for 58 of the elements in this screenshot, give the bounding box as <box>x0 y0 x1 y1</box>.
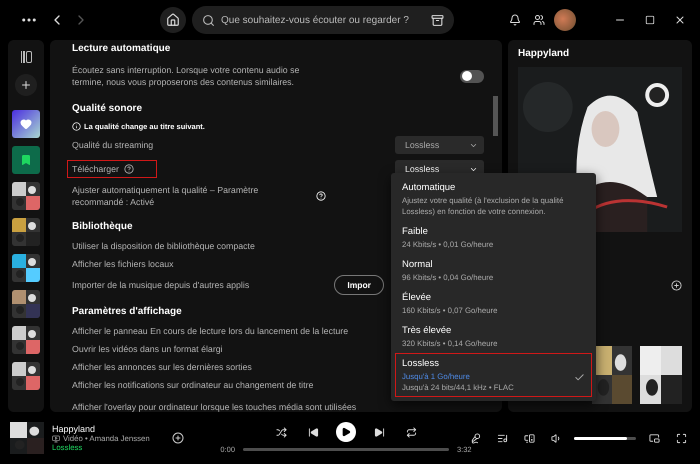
setting-label: Afficher le panneau En cours de lecture lors du lancement de la lecture <box>72 325 348 337</box>
plus-icon <box>20 79 32 91</box>
toggle-switch[interactable] <box>460 70 484 82</box>
track-title[interactable]: Happyland <box>52 424 150 434</box>
heart-icon <box>20 118 32 130</box>
video-icon <box>52 434 60 442</box>
queue-icon[interactable] <box>496 432 508 444</box>
create-button[interactable] <box>15 74 37 96</box>
close-icon[interactable] <box>674 14 686 26</box>
avatar[interactable] <box>554 9 576 31</box>
import-button[interactable]: Impor <box>334 274 384 294</box>
devices-icon[interactable] <box>524 432 534 444</box>
help-icon[interactable] <box>124 164 134 174</box>
fullscreen-icon[interactable] <box>676 432 686 444</box>
section-title: Paramètres d'affichage <box>72 306 182 317</box>
saved-episodes-tile[interactable] <box>12 146 40 174</box>
notification-icon[interactable] <box>509 14 521 26</box>
scrollbar[interactable] <box>493 96 498 136</box>
section-title: Bibliothèque <box>72 221 133 232</box>
next-icon[interactable] <box>374 426 384 438</box>
setting-label: Ouvrir les vidéos dans un format élargi <box>72 343 223 355</box>
library-icon[interactable] <box>20 51 32 63</box>
check-icon <box>574 372 585 383</box>
setting-label: Télécharger <box>72 164 119 174</box>
setting-label: Afficher les annonces sur les dernières sorties <box>72 361 252 373</box>
section-title: Lecture automatique <box>72 43 170 54</box>
friends-icon[interactable] <box>533 14 545 26</box>
add-icon[interactable] <box>172 432 184 444</box>
info-icon <box>72 122 81 130</box>
microphone-icon[interactable] <box>470 432 480 444</box>
setting-label: Utiliser la disposition de bibliothèque compacte <box>72 240 255 252</box>
quality-dropdown[interactable]: Lossless <box>395 136 484 154</box>
search-field[interactable]: Que souhaitez-vous écouter ou regarder ? <box>221 14 425 26</box>
add-icon[interactable] <box>671 280 682 291</box>
home-button[interactable] <box>160 7 186 33</box>
search-icon <box>202 14 215 26</box>
search-bar[interactable]: Que souhaitez-vous écouter ou regarder ? <box>192 6 454 34</box>
liked-songs-tile[interactable] <box>12 110 40 138</box>
setting-label: Afficher les notifications sur ordinateur au changement de titre <box>72 379 314 391</box>
previous-icon[interactable] <box>308 426 318 438</box>
home-icon <box>166 13 180 27</box>
mini-player-icon[interactable] <box>648 432 660 444</box>
play-button[interactable] <box>336 422 356 442</box>
browse-icon[interactable] <box>431 14 444 26</box>
setting-label: Afficher les fichiers locaux <box>72 258 174 270</box>
maximize-icon[interactable] <box>645 15 655 25</box>
volume-icon[interactable] <box>550 432 562 444</box>
setting-label: Qualité du streaming <box>72 140 154 150</box>
panel-title: Happyland <box>518 48 570 59</box>
setting-description: Écoutez sans interruption. Lorsque votre contenu audio se termine, nous vous proposerons des contenus similaires. <box>72 64 300 88</box>
setting-label: Ajuster automatiquement la qualité – Paramètre recommandé : Activé <box>72 184 260 208</box>
setting-label: Afficher l'overlay pour ordinateur lorsque les touches média sont utilisées <box>72 401 356 412</box>
section-title: Qualité sonore <box>72 103 142 114</box>
bookmark-icon <box>20 154 32 166</box>
play-icon <box>341 427 351 437</box>
setting-label: Importer de la musique depuis d'autres applis <box>72 278 250 290</box>
repeat-icon[interactable] <box>406 426 416 438</box>
shuffle-icon[interactable] <box>276 426 286 438</box>
